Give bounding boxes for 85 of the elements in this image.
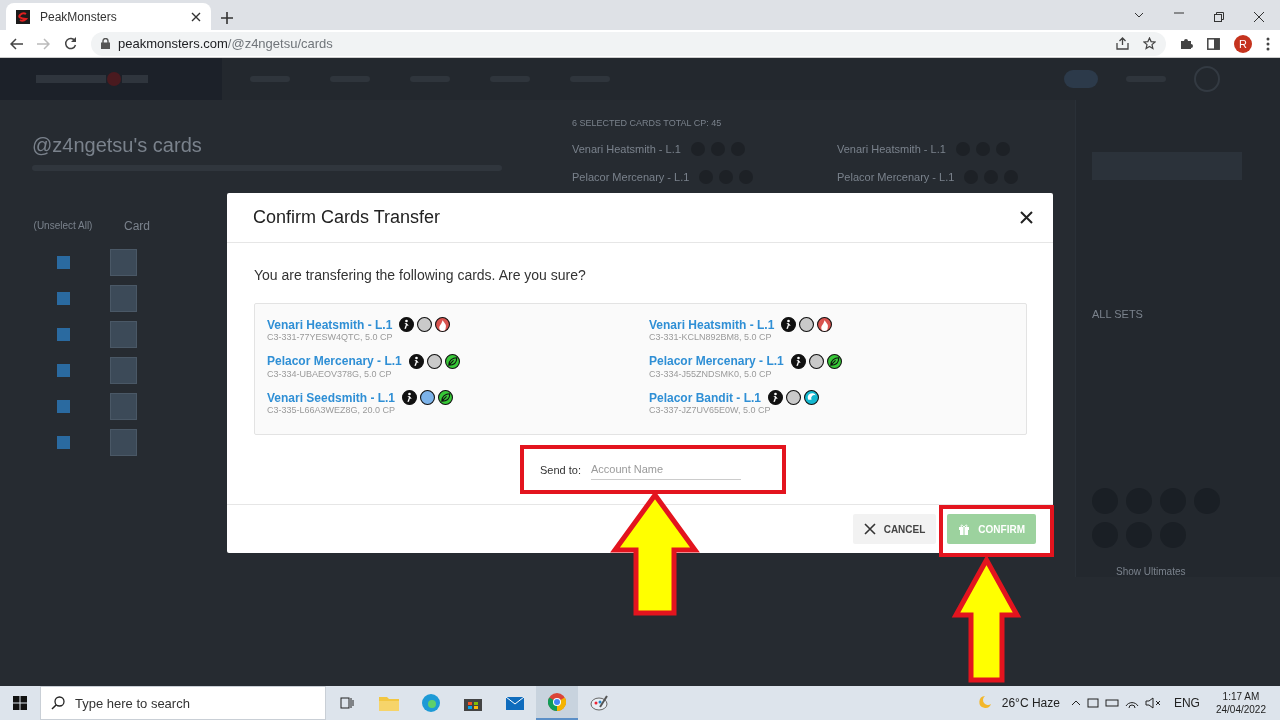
close-icon[interactable] (191, 11, 201, 22)
field-label: Send to: (540, 463, 581, 476)
menu-icon[interactable] (1266, 36, 1270, 51)
url-path: /@z4ngetsu/cards (227, 36, 333, 51)
restore-icon[interactable] (1214, 12, 1224, 22)
chevron-down-icon[interactable] (1134, 12, 1144, 18)
language-indicator[interactable]: ENG (1173, 696, 1200, 710)
card-detail: C3-335-L66A3WEZ8G, 20.0 CP (267, 405, 397, 416)
back-icon[interactable] (10, 37, 23, 50)
checkbox[interactable] (57, 436, 70, 449)
checkbox[interactable] (57, 292, 70, 305)
edge-icon[interactable] (422, 694, 440, 712)
search-icon (51, 696, 65, 710)
selected-cards-title: 6 SELECTED CARDS TOTAL CP: 45 (572, 118, 722, 130)
puzzle-icon[interactable] (1180, 37, 1193, 50)
selected-card-name[interactable]: Pelacor Mercenary - L.1 (837, 171, 955, 183)
logo-drawing[interactable] (36, 72, 148, 86)
runner-icon (790, 353, 806, 369)
card-name-link[interactable]: Pelacor Mercenary - L.1 (649, 354, 784, 369)
profile-avatar[interactable]: R (1234, 34, 1252, 53)
card-detail: C3-331-77YESW4QTC, 5.0 CP (267, 332, 394, 342)
sidebar-icon[interactable] (1207, 37, 1220, 50)
card-thumbnail (110, 357, 137, 384)
card-name-link[interactable]: Pelacor Mercenary - L.1 (267, 354, 402, 369)
card-detail: C3-334-J55ZNDSMK0, 5.0 CP (649, 368, 773, 379)
address-bar[interactable]: peakmonsters.com/@z4ngetsu/cards (91, 31, 1166, 56)
share-icon[interactable] (1116, 37, 1129, 50)
runner-icon (768, 390, 784, 406)
tab-title: PeakMonsters (40, 9, 118, 24)
card-detail: C3-331-KCLN892BM8, 5.0 CP (649, 332, 773, 342)
selected-card-name[interactable]: Venari Heatsmith - L.1 (837, 143, 946, 155)
folder-icon[interactable] (379, 695, 399, 711)
card-thumbnail (110, 429, 137, 456)
new-tab-icon[interactable] (221, 12, 233, 24)
runner-icon (408, 353, 424, 369)
set-filter-dropdown[interactable]: ALL SETS (1092, 308, 1280, 320)
site-logo-icon (16, 9, 30, 24)
gift-icon (958, 523, 971, 535)
checkbox[interactable] (57, 364, 70, 377)
column-header[interactable]: Card (124, 219, 150, 233)
card-name-link[interactable]: Venari Heatsmith - L.1 (267, 317, 393, 332)
dialog-title: Confirm Cards Transfer (253, 207, 441, 228)
lock-icon (101, 38, 110, 49)
browser-tab[interactable]: PeakMonsters (6, 3, 211, 30)
card-detail: C3-337-JZ7UV65E0W, 5.0 CP (649, 405, 772, 416)
clock[interactable]: 1:17 AM 24/04/2022 (1215, 689, 1266, 717)
runner-icon (402, 390, 418, 406)
account-name-field[interactable]: Account Name (591, 459, 741, 480)
dialog-message: You are transfering the following cards. Are you sure? (254, 267, 587, 283)
unselect-all-link[interactable]: (Unselect All) (32, 220, 94, 232)
toggle-switch[interactable] (1064, 70, 1098, 88)
cancel-button[interactable]: CANCEL (852, 514, 937, 544)
close-button[interactable] (1020, 211, 1033, 224)
taskbar-search-field[interactable]: Type here to search (40, 686, 326, 720)
selected-card-name[interactable]: Venari Heatsmith - L.1 (572, 143, 681, 155)
card-name-link[interactable]: Pelacor Bandit - L.1 (649, 390, 762, 405)
task-view-icon[interactable] (340, 696, 354, 710)
reload-icon[interactable] (64, 37, 77, 50)
card-thumbnail (110, 321, 137, 348)
card-name-link[interactable]: Venari Heatsmith - L.1 (649, 317, 775, 332)
close-icon (863, 523, 876, 535)
chrome-icon[interactable] (548, 693, 566, 711)
search-placeholder: Type here to search (75, 695, 190, 711)
paint-palette-icon[interactable] (590, 694, 608, 712)
windows-start-icon[interactable] (13, 696, 27, 710)
weather-text[interactable]: 26°C Haze (1001, 696, 1060, 710)
card-thumbnail (110, 393, 137, 420)
minimize-icon[interactable] (1174, 12, 1184, 14)
url-domain: peakmonsters.com (118, 36, 228, 51)
page-heading: @z4ngetsu's cards (32, 134, 203, 157)
card-detail: C3-334-UBAEOV378G, 5.0 CP (267, 368, 393, 379)
forward-icon[interactable] (37, 37, 50, 50)
mail-icon[interactable] (506, 696, 524, 710)
card-thumbnail (110, 285, 137, 312)
card-thumbnail (110, 249, 137, 276)
checkbox[interactable] (57, 328, 70, 341)
checkbox[interactable] (57, 400, 70, 413)
close-icon[interactable] (1254, 12, 1264, 22)
show-ultimates-label[interactable]: Show Ultimates (1092, 566, 1280, 577)
star-icon[interactable] (1143, 37, 1156, 50)
runner-icon (399, 317, 415, 332)
card-name-link[interactable]: Venari Seedsmith - L.1 (267, 390, 396, 405)
checkbox[interactable] (57, 256, 70, 269)
runner-icon (781, 317, 797, 332)
selected-card-name[interactable]: Pelacor Mercenary - L.1 (572, 171, 690, 183)
